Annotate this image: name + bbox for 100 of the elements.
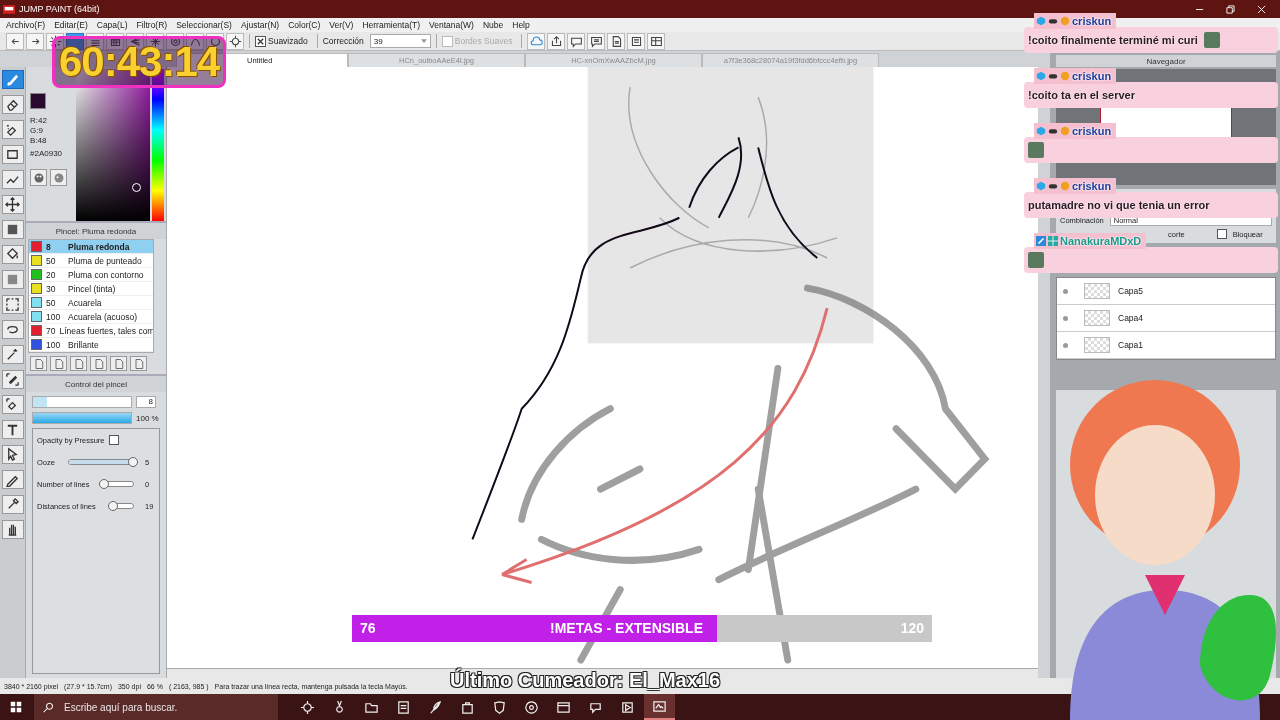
layer-thumbnail: [1084, 283, 1110, 299]
tool-button[interactable]: [1, 295, 24, 314]
search-bar[interactable]: Escribe aquí para buscar.: [34, 694, 278, 720]
tool-button[interactable]: [1, 320, 24, 339]
menu-item[interactable]: Color(C): [288, 20, 321, 30]
checkbox[interactable]: [255, 35, 266, 47]
layer-row[interactable]: Capa5: [1057, 278, 1275, 305]
layer-row[interactable]: Capa1: [1057, 332, 1275, 359]
palette-button[interactable]: [30, 169, 47, 186]
menu-item[interactable]: Ajustar(N): [240, 20, 280, 30]
tool-button[interactable]: [1, 470, 24, 489]
panel-title: Control del pincel: [65, 379, 127, 389]
last-supporter-text: Último Cumeador: El_Max16: [450, 669, 721, 692]
toolbar-button[interactable]: [627, 32, 646, 50]
brush-item[interactable]: 100 Brillante: [29, 338, 153, 352]
palette-button[interactable]: [50, 169, 67, 186]
menu-item[interactable]: Herramienta(T): [362, 20, 421, 30]
tool-button[interactable]: [1, 170, 24, 189]
capsule-icon: [1048, 16, 1058, 26]
tool-button[interactable]: [1, 145, 24, 164]
text-tool-icon: [5, 422, 20, 437]
menu-item[interactable]: Archivo(F): [6, 20, 46, 30]
list-icon: [629, 34, 643, 48]
tool-button[interactable]: [1, 420, 24, 439]
tool-button[interactable]: [1, 370, 24, 389]
tool-button[interactable]: [1, 495, 24, 514]
coin-icon: [1060, 16, 1070, 26]
close-icon[interactable]: [1257, 4, 1266, 14]
page-icon: [52, 357, 65, 370]
page-icon: [32, 357, 45, 370]
taskbar-app[interactable]: [644, 694, 675, 720]
panel-button[interactable]: [30, 356, 47, 371]
brush-item[interactable]: 30 Pincel (tinta): [29, 282, 153, 296]
toolbar-button[interactable]: [567, 32, 586, 50]
size-slider[interactable]: [32, 396, 132, 408]
tool-button[interactable]: [1, 395, 24, 414]
menu-item[interactable]: Capa(L): [96, 20, 128, 30]
chat-message-toast: !coito finalmente terminé mi curi: [1024, 27, 1278, 53]
checkbox[interactable]: [108, 435, 119, 445]
pointer-icon: [5, 447, 20, 462]
tool-button[interactable]: [1, 345, 24, 364]
brush-item[interactable]: 100 Acuarela (acuoso): [29, 310, 153, 324]
brush-item[interactable]: 50 Acuarela: [29, 296, 153, 310]
tool-button[interactable]: [1, 445, 24, 464]
opacity-slider[interactable]: [33, 413, 131, 423]
brush-item[interactable]: 8 Pluma redonda: [29, 240, 153, 254]
tool-button[interactable]: [1, 70, 24, 89]
layer-row[interactable]: Capa4: [1057, 305, 1275, 332]
tool-button[interactable]: [1, 520, 24, 539]
color-swatch[interactable]: [30, 93, 46, 109]
tool-button[interactable]: [1, 195, 24, 214]
toolbar-button[interactable]: [607, 32, 626, 50]
restore-icon[interactable]: [1226, 4, 1235, 14]
table-icon: [649, 34, 663, 48]
palette-icon: [52, 171, 65, 184]
toolbar-button[interactable]: [6, 32, 24, 50]
layer-thumbnail: [1084, 337, 1110, 353]
toolbar-button[interactable]: [547, 32, 566, 50]
brush-item[interactable]: 20 Pluma con contorno: [29, 268, 153, 282]
toolbar-button[interactable]: [587, 32, 606, 50]
menu-item[interactable]: Ver(V): [329, 20, 354, 30]
menu-item[interactable]: Ventana(W): [429, 20, 474, 30]
brush-item[interactable]: 50 Pluma de punteado: [29, 254, 153, 268]
menu-item[interactable]: Nube: [482, 20, 504, 30]
panel-title: Navegador: [1146, 56, 1186, 66]
search-field[interactable]: Escribe aquí para buscar.: [62, 700, 256, 714]
panel-button[interactable]: [110, 356, 127, 371]
capsule-icon: [1048, 126, 1058, 136]
toolbar-button[interactable]: [647, 32, 666, 50]
tool-button[interactable]: [1, 220, 24, 239]
panel-button[interactable]: [90, 356, 107, 371]
tool-button[interactable]: [1, 95, 24, 114]
menu-item[interactable]: Seleccionar(S): [176, 20, 232, 30]
toolbar-button[interactable]: [26, 32, 44, 50]
brush-item[interactable]: 70 Líneas fuertes, tales com: [29, 324, 153, 338]
visibility-dot[interactable]: [1063, 342, 1068, 348]
visibility-dot[interactable]: [1063, 315, 1068, 321]
visibility-dot[interactable]: [1063, 288, 1068, 294]
app-logo-icon: [3, 4, 15, 14]
panel-button[interactable]: [70, 356, 87, 371]
stream-timer: 60:43:14: [52, 36, 227, 88]
menu-item[interactable]: Help: [512, 20, 530, 30]
coin-icon: [1060, 181, 1070, 191]
correction-dropdown[interactable]: 39: [369, 34, 431, 48]
capsule-icon: [1048, 181, 1058, 191]
rectangle-icon: [5, 147, 20, 162]
size-field[interactable]: 8: [136, 396, 156, 408]
panel-button[interactable]: [130, 356, 147, 371]
layer-thumbnail: [1084, 310, 1110, 326]
panel-button[interactable]: [50, 356, 67, 371]
tool-button[interactable]: [1, 120, 24, 139]
checkbox-label: Suavizado: [268, 36, 308, 46]
menu-item[interactable]: Filtro(R): [136, 20, 168, 30]
color-value: G:9: [30, 126, 44, 135]
windows-logo-icon[interactable]: [10, 701, 22, 713]
menu-item[interactable]: Editar(E): [54, 20, 88, 30]
tool-button[interactable]: [1, 245, 24, 264]
chat-username-toast: NanakuraMDxD: [1034, 233, 1147, 249]
field-label: Corrección: [322, 36, 364, 46]
checkbox[interactable]: [1216, 229, 1227, 239]
